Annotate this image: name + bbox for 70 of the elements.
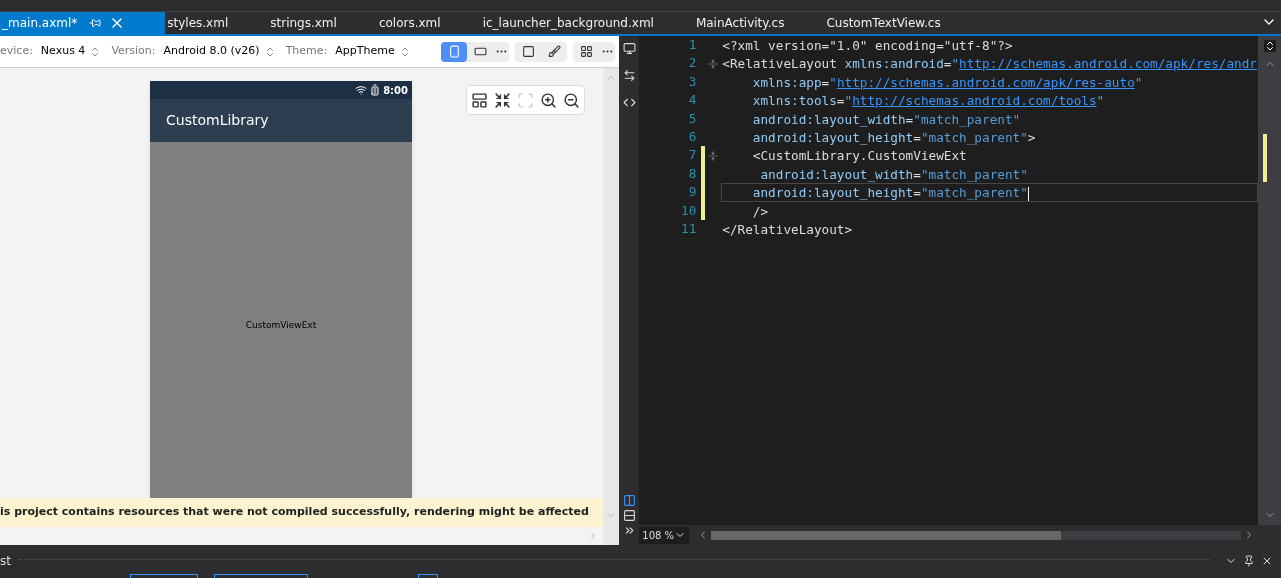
code-line: android:layout_height="match_parent"> — [751, 128, 1037, 147]
code-line: <?xml version="1.0" encoding="utf-8"?> — [721, 37, 1014, 55]
selector-dropdown[interactable]: Nexus 4 — [40, 43, 102, 60]
battery-icon — [369, 84, 382, 96]
code-line: <CustomLibrary.CustomViewExt — [751, 147, 968, 165]
layout-icon[interactable] — [471, 91, 488, 109]
landscape-icon — [473, 45, 487, 58]
file-tab[interactable]: CustomTextView.cs — [824, 12, 981, 34]
line-number: 7 — [687, 146, 698, 165]
frame-icon — [521, 45, 535, 58]
text-cursor — [1027, 186, 1029, 201]
file-tab[interactable]: ic_launcher_background.xml — [480, 12, 694, 34]
line-number: 3 — [687, 72, 698, 91]
line-number: 9 — [687, 183, 698, 202]
grid-icon — [579, 45, 593, 58]
line-number: 11 — [680, 219, 698, 238]
panel-button[interactable] — [214, 574, 308, 578]
panel-title: st — [0, 553, 12, 570]
file-tab[interactable]: styles.xml — [165, 12, 269, 34]
horizontal-split-icon[interactable] — [622, 509, 636, 522]
code-line: <RelativeLayout xmlns:android="http://schemas.android.com/apk/res/andr — [721, 55, 1258, 73]
panel-button[interactable] — [418, 574, 438, 578]
pin-icon[interactable] — [1243, 555, 1255, 567]
close-icon[interactable] — [1261, 555, 1273, 567]
change-marker — [1262, 134, 1267, 182]
zoom-in-icon[interactable] — [540, 91, 557, 109]
editor-scrollbar[interactable] — [1258, 36, 1281, 525]
panel-button[interactable] — [130, 574, 198, 578]
file-tab[interactable]: _main.axml* — [0, 12, 166, 34]
designer-icon[interactable] — [622, 42, 636, 55]
file-tab[interactable]: colors.xml — [376, 12, 481, 34]
line-number: 5 — [687, 109, 698, 128]
warning-text: is project contains resources that were not compiled successfully, rendering might be affected — [0, 504, 589, 521]
code-line: android:layout_width="match_parent" — [759, 165, 1029, 184]
vertical-split-icon[interactable] — [622, 494, 636, 507]
line-number: 2 — [687, 54, 698, 73]
selector-dropdown[interactable]: Android 8.0 (v26) — [163, 43, 276, 60]
code-line: xmlns:app="http://schemas.android.com/apk/res-auto" — [751, 73, 1144, 92]
swap-icon[interactable] — [622, 69, 636, 82]
zoom-out-icon[interactable] — [563, 91, 580, 109]
line-number: 4 — [687, 91, 698, 110]
line-number: 1 — [687, 36, 698, 54]
line-number: 10 — [680, 201, 698, 220]
wifi-icon — [355, 84, 368, 96]
file-tab[interactable]: MainActivity.cs — [693, 12, 825, 34]
line-number: 8 — [687, 164, 698, 183]
selector-label: evice: — [0, 43, 33, 60]
zoom-combobox[interactable]: 108 % — [639, 526, 690, 544]
selector-label: Theme: — [285, 43, 328, 60]
selector-dropdown[interactable]: AppTheme — [335, 43, 411, 60]
pin-icon[interactable] — [89, 17, 102, 29]
selector-label: Version: — [111, 43, 156, 60]
code-line: xmlns:tools="http://schemas.android.com/tools" — [751, 92, 1106, 110]
code-icon[interactable] — [622, 96, 636, 109]
scroll-thumb[interactable] — [711, 530, 1062, 540]
view-label: CustomViewExt — [245, 319, 317, 333]
line-number: 6 — [687, 127, 698, 146]
file-tab[interactable]: strings.xml — [268, 12, 377, 34]
code-line: </RelativeLayout> — [721, 220, 854, 239]
fit-icon[interactable] — [494, 91, 511, 109]
horizontal-scrollbar[interactable] — [711, 530, 1241, 540]
app-title: CustomLibrary — [166, 111, 269, 130]
code-line: android:layout_width="match_parent" — [751, 110, 1022, 128]
collapse-icon[interactable] — [708, 150, 719, 161]
status-time: 8:00 — [383, 83, 408, 98]
split-icon[interactable] — [1263, 40, 1276, 52]
brush-icon — [547, 45, 561, 58]
portrait-icon — [447, 45, 461, 58]
collapse-icon[interactable] — [708, 58, 719, 69]
code-line: /> — [751, 202, 770, 220]
